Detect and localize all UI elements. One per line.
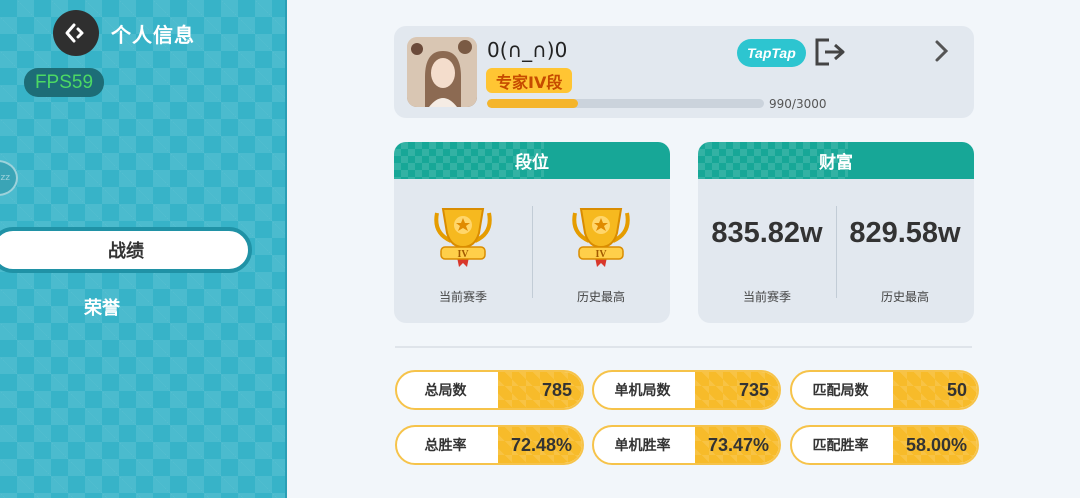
stat-pill: 总胜率 72.48% [395,425,584,465]
page-title: 个人信息 [111,23,195,47]
stat-label: 单机局数 [614,383,671,399]
wealth-panel-title: 财富 [819,153,853,173]
stat-label: 匹配胜率 [812,438,869,454]
avatar-image [407,37,477,107]
stat-value: 785 [494,372,582,408]
stat-value: 72.48% [494,427,582,463]
stat-value: 73.47% [691,427,779,463]
side-circle-button[interactable]: zz [0,160,18,196]
stat-label: 单机胜率 [614,438,671,454]
section-divider [395,346,972,348]
xp-progress-bar [487,99,764,108]
rank-history-label: 历史最高 [576,290,625,304]
stat-label: 总胜率 [424,438,467,454]
trophy-tier-label: IV [595,249,607,260]
stat-label: 匹配局数 [812,383,869,399]
stat-label: 总局数 [424,383,467,399]
trophy-icon: IV [572,208,630,267]
avatar[interactable] [407,37,477,107]
wealth-panel: 财富 835.82w 当前赛季 829.58w 历史最高 [698,142,974,323]
rank-panel-header: 段位 [394,142,670,179]
rank-panel-title: 段位 [515,153,549,173]
stat-value: 50 [889,372,977,408]
wealth-current-value: 835.82w [711,217,823,249]
back-arrow-icon [65,23,84,43]
back-button[interactable] [53,10,99,56]
trophy-icon: IV [434,208,492,267]
xp-text: 990/3000 [769,97,827,111]
fps-counter: FPS59 [24,68,104,97]
side-circle-label: zz [0,173,10,183]
stat-pill: 总局数 785 [395,370,584,410]
wealth-history-cell: 829.58w 历史最高 [836,179,974,323]
xp-progress-fill [487,99,579,108]
wealth-panel-header: 财富 [698,142,974,179]
nickname: 0(∩_∩)0 [487,38,568,62]
stat-pill: 单机局数 735 [592,370,781,410]
sidebar: 个人信息 FPS59 zz 战绩 荣誉 [0,0,287,498]
nav-item-honor[interactable]: 荣誉 [0,291,204,323]
stat-value: 735 [691,372,779,408]
taptap-button[interactable]: TapTap [737,39,806,67]
rank-badge: 专家IV段 [486,68,573,93]
chevron-right-icon[interactable] [930,38,954,64]
wealth-current-cell: 835.82w 当前赛季 [698,179,836,323]
logout-icon[interactable] [813,36,849,68]
wealth-history-value: 829.58w [849,217,961,249]
stat-pill: 匹配局数 50 [790,370,979,410]
stat-pill: 匹配胜率 58.00% [790,425,979,465]
nav-item-record[interactable]: 战绩 [0,227,252,273]
rank-current-label: 当前赛季 [438,290,487,304]
trophy-tier-label: IV [457,249,469,260]
profile-card[interactable]: 0(∩_∩)0 专家IV段 990/3000 TapTap [394,26,974,118]
wealth-history-label: 历史最高 [880,290,929,304]
stat-pill: 单机胜率 73.47% [592,425,781,465]
rank-panel: 段位 IV 当前赛季 IV 历史最高 [394,142,670,323]
wealth-current-label: 当前赛季 [742,290,791,304]
rank-current-cell: IV 当前赛季 [394,179,532,323]
rank-history-cell: IV 历史最高 [532,179,670,323]
stat-value: 58.00% [889,427,977,463]
